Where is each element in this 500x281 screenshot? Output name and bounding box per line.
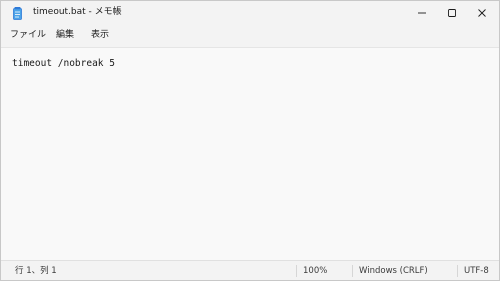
encoding: UTF-8 (464, 266, 489, 276)
text-editor-area[interactable]: timeout /nobreak 5 (1, 47, 499, 260)
close-button[interactable] (467, 1, 497, 23)
cursor-position: 行 1、列 1 (15, 266, 57, 276)
notepad-icon (13, 5, 22, 20)
title-bar[interactable]: timeout.bat - メモ帳 (1, 1, 499, 23)
window-title: timeout.bat - メモ帳 (33, 7, 122, 17)
close-icon (477, 3, 487, 22)
editor-content[interactable]: timeout /nobreak 5 (12, 58, 115, 70)
status-separator (457, 265, 458, 277)
menu-view[interactable]: 表示 (91, 29, 109, 41)
menu-bar: ファイル 編集 表示 (1, 23, 499, 47)
notepad-window: timeout.bat - メモ帳 ファイル 編集 表示 timeout /no… (0, 0, 500, 281)
maximize-button[interactable] (437, 1, 467, 23)
line-ending: Windows (CRLF) (359, 266, 428, 276)
status-bar: 行 1、列 1 100% Windows (CRLF) UTF-8 (1, 260, 499, 280)
zoom-level: 100% (303, 266, 328, 276)
status-separator (352, 265, 353, 277)
status-separator (296, 265, 297, 277)
menu-edit[interactable]: 編集 (56, 29, 74, 41)
minimize-button[interactable] (407, 1, 437, 23)
menu-file[interactable]: ファイル (10, 29, 46, 41)
minimize-icon (417, 3, 427, 22)
maximize-icon (447, 3, 457, 22)
